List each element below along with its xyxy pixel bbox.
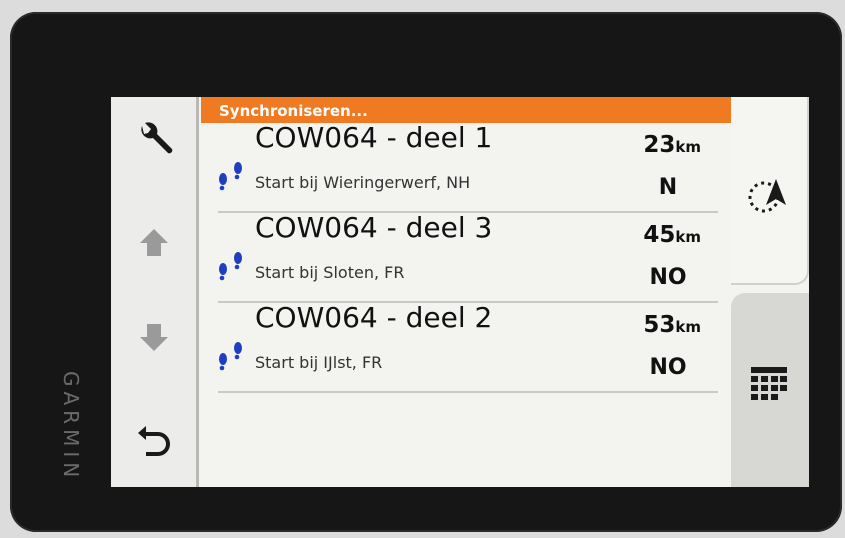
route-direction: N <box>658 175 678 200</box>
distance-unit: km <box>675 138 701 156</box>
distance-value: 23 <box>643 132 676 158</box>
footprints-icon <box>219 342 242 371</box>
navigate-circle-arrow-icon <box>748 179 786 213</box>
scroll-down-button[interactable] <box>111 293 196 383</box>
scroll-up-button[interactable] <box>111 197 196 287</box>
route-row[interactable]: COW064 - deel 3 Start bij Sloten, FR 45k… <box>201 211 731 303</box>
navigate-tab[interactable] <box>731 97 809 285</box>
route-title: COW064 - deel 1 <box>255 121 493 154</box>
distance-unit: km <box>675 228 701 246</box>
back-icon <box>137 426 170 456</box>
distance-unit: km <box>675 318 701 336</box>
route-direction: NO <box>649 355 687 380</box>
route-list: COW064 - deel 1 Start bij Wieringerwerf,… <box>201 121 731 393</box>
screen: Synchroniseren... COW064 - deel 1 Start … <box>111 97 809 487</box>
route-row[interactable]: COW064 - deel 2 Start bij IJlst, FR 53km… <box>201 301 731 393</box>
wrench-icon <box>140 122 172 154</box>
route-distance: 23km <box>643 132 701 158</box>
footprints-icon <box>219 252 242 281</box>
gps-device: GARMIN Synchroniseren... COW064 - deel 1… <box>10 12 842 532</box>
arrow-down-icon <box>139 324 168 351</box>
route-title: COW064 - deel 2 <box>255 301 493 334</box>
right-toolbar <box>731 97 809 487</box>
left-toolbar <box>111 97 199 487</box>
route-distance: 53km <box>643 312 701 338</box>
footprints-icon <box>219 162 242 191</box>
sync-status-bar: Synchroniseren... <box>201 97 731 123</box>
distance-value: 45 <box>643 222 676 248</box>
route-row[interactable]: COW064 - deel 1 Start bij Wieringerwerf,… <box>201 121 731 213</box>
arrow-up-icon <box>139 229 168 256</box>
route-start: Start bij Wieringerwerf, NH <box>255 173 471 192</box>
divider <box>218 391 718 393</box>
back-button[interactable] <box>111 393 196 483</box>
calendar-grid-icon <box>751 367 787 400</box>
route-start: Start bij Sloten, FR <box>255 263 405 282</box>
calendar-tab[interactable] <box>731 293 809 487</box>
route-title: COW064 - deel 3 <box>255 211 493 244</box>
settings-button[interactable] <box>111 97 196 187</box>
brand-logo: GARMIN <box>59 371 83 483</box>
route-distance: 45km <box>643 222 701 248</box>
distance-value: 53 <box>643 312 676 338</box>
route-start: Start bij IJlst, FR <box>255 353 383 372</box>
route-direction: NO <box>649 265 687 290</box>
